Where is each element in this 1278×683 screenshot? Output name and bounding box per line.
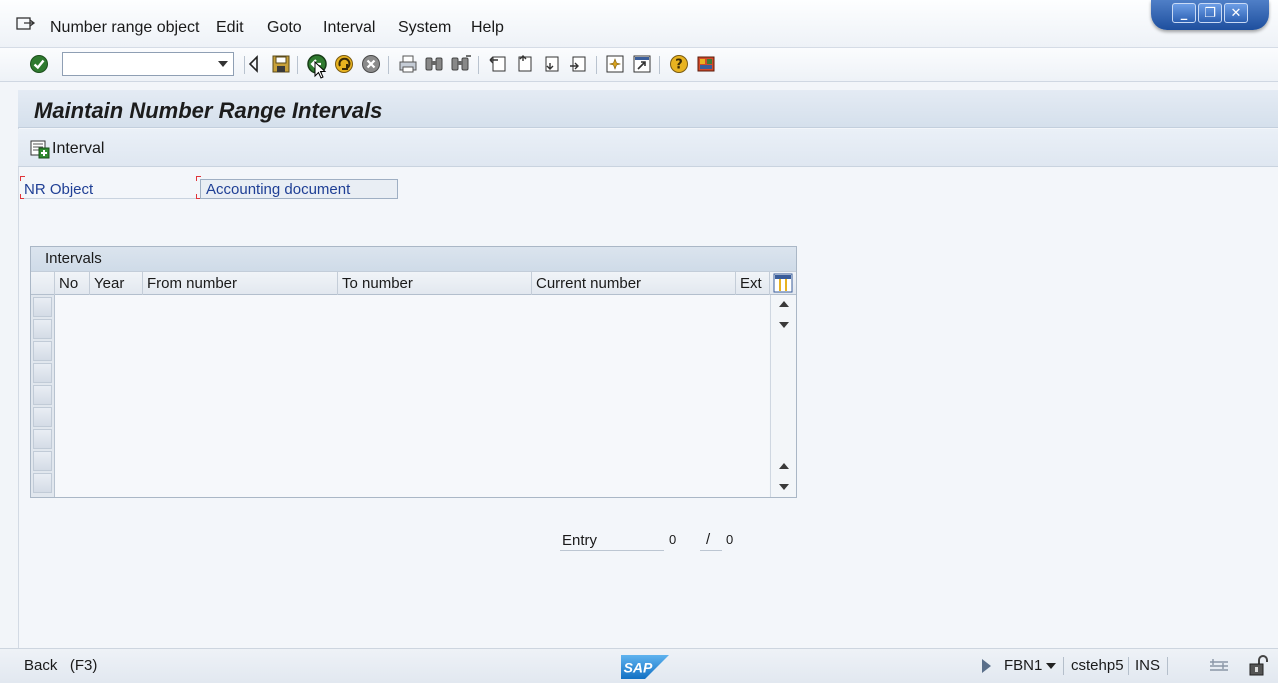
interval-button[interactable]: Interval [30, 138, 104, 160]
toolbar-separator [297, 56, 298, 74]
entry-label: Entry [562, 532, 598, 549]
table-header: No Year From number To number Current nu… [31, 271, 796, 295]
status-server: cstehp5 [1071, 657, 1124, 674]
print-icon[interactable] [397, 53, 419, 75]
toolbar-separator [596, 56, 597, 74]
status-separator [1063, 657, 1064, 675]
exit-icon[interactable] [333, 53, 355, 75]
previous-page-icon[interactable] [513, 53, 535, 75]
status-bar: Back (F3) SAP FBN1 cstehp5 INS [0, 648, 1278, 683]
scroll-line-up-icon[interactable] [779, 463, 789, 469]
row-selector[interactable] [33, 341, 52, 361]
table-settings-icon[interactable] [773, 273, 793, 293]
column-header-from-number[interactable]: From number [143, 272, 338, 295]
nr-object-label: NR Object [24, 181, 94, 198]
menu-number-range-object[interactable]: Number range object [50, 19, 199, 37]
change-intervals-icon [30, 140, 50, 159]
toolbar-separator [659, 56, 660, 74]
menu-edit[interactable]: Edit [216, 19, 244, 37]
label-underline [24, 198, 196, 199]
last-page-icon[interactable] [567, 53, 589, 75]
toolbar-separator [478, 56, 479, 74]
row-selector[interactable] [33, 407, 52, 427]
menu-goto[interactable]: Goto [267, 19, 302, 37]
intervals-table: Intervals No Year From number To number … [30, 246, 797, 498]
cancel-icon[interactable] [360, 53, 382, 75]
find-next-icon[interactable] [450, 53, 472, 75]
row-selector[interactable] [33, 319, 52, 339]
entry-separator: / [706, 531, 711, 548]
command-field[interactable] [62, 52, 234, 76]
row-selector-column [31, 295, 55, 497]
entry-underline [700, 550, 722, 551]
menu-help[interactable]: Help [471, 19, 504, 37]
title-bar: Maintain Number Range Intervals [18, 90, 1278, 128]
scroll-line-down-icon[interactable] [779, 322, 789, 328]
customize-layout-icon[interactable] [695, 53, 717, 75]
scroll-page-down-icon[interactable] [779, 484, 789, 490]
status-transaction[interactable]: FBN1 [1004, 657, 1042, 674]
table-caption: Intervals [31, 247, 796, 271]
status-message: Back (F3) [24, 657, 98, 674]
interval-button-label: Interval [52, 140, 105, 157]
chevron-down-icon[interactable] [1046, 663, 1056, 669]
status-expand-icon[interactable] [982, 659, 991, 673]
column-header-no[interactable]: No [55, 272, 90, 295]
scroll-page-up-icon[interactable] [779, 301, 789, 307]
window-controls: _ ❐ ✕ [1151, 0, 1269, 30]
status-input-mode[interactable]: INS [1135, 657, 1160, 674]
table-vertical-scrollbar[interactable] [770, 295, 796, 497]
column-header-current-number[interactable]: Current number [532, 272, 736, 295]
shortcut-icon[interactable] [631, 53, 653, 75]
entry-underline [560, 550, 664, 551]
column-header-ext[interactable]: Ext [736, 272, 770, 295]
entry-current-value: 0 [669, 532, 677, 547]
row-selector[interactable] [33, 297, 52, 317]
application-toolbar: Interval [18, 129, 1278, 167]
status-separator [1128, 657, 1129, 675]
find-icon[interactable] [423, 53, 445, 75]
system-menu-icon[interactable] [16, 17, 36, 33]
row-selector[interactable] [33, 451, 52, 471]
column-header-year[interactable]: Year [90, 272, 143, 295]
toolbar-separator [388, 56, 389, 74]
row-selector[interactable] [33, 363, 52, 383]
sap-logo: SAP [621, 655, 669, 679]
column-header-to-number[interactable]: To number [338, 272, 532, 295]
row-selector[interactable] [33, 385, 52, 405]
save-icon[interactable] [270, 53, 292, 75]
svg-text:SAP: SAP [624, 660, 653, 676]
next-page-icon[interactable] [540, 53, 562, 75]
menu-system[interactable]: System [398, 19, 451, 37]
status-options-icon[interactable] [1208, 655, 1230, 677]
menu-bar: Number range object Edit Goto Interval S… [0, 0, 1278, 48]
restore-button[interactable]: ❐ [1198, 3, 1222, 23]
svg-text:?: ? [675, 58, 683, 73]
table-body [55, 295, 769, 497]
entry-total-value: 0 [726, 532, 734, 547]
page-title: Maintain Number Range Intervals [34, 98, 383, 123]
select-all-header[interactable] [31, 272, 55, 295]
status-separator [1167, 657, 1168, 675]
minimize-button[interactable]: _ [1172, 3, 1196, 23]
chevron-down-icon[interactable] [218, 61, 228, 67]
enter-icon[interactable] [28, 53, 50, 75]
mouse-cursor-icon [314, 61, 328, 81]
row-selector[interactable] [33, 429, 52, 449]
back-arrow-icon[interactable] [243, 53, 265, 75]
lock-icon[interactable] [1247, 655, 1269, 677]
menu-interval[interactable]: Interval [323, 19, 375, 37]
create-session-icon[interactable] [604, 53, 626, 75]
nr-object-field[interactable]: Accounting document [200, 179, 398, 199]
command-input[interactable] [63, 53, 213, 75]
help-icon[interactable]: ? [668, 53, 690, 75]
first-page-icon[interactable] [487, 53, 509, 75]
row-selector[interactable] [33, 473, 52, 493]
close-button[interactable]: ✕ [1224, 3, 1248, 23]
